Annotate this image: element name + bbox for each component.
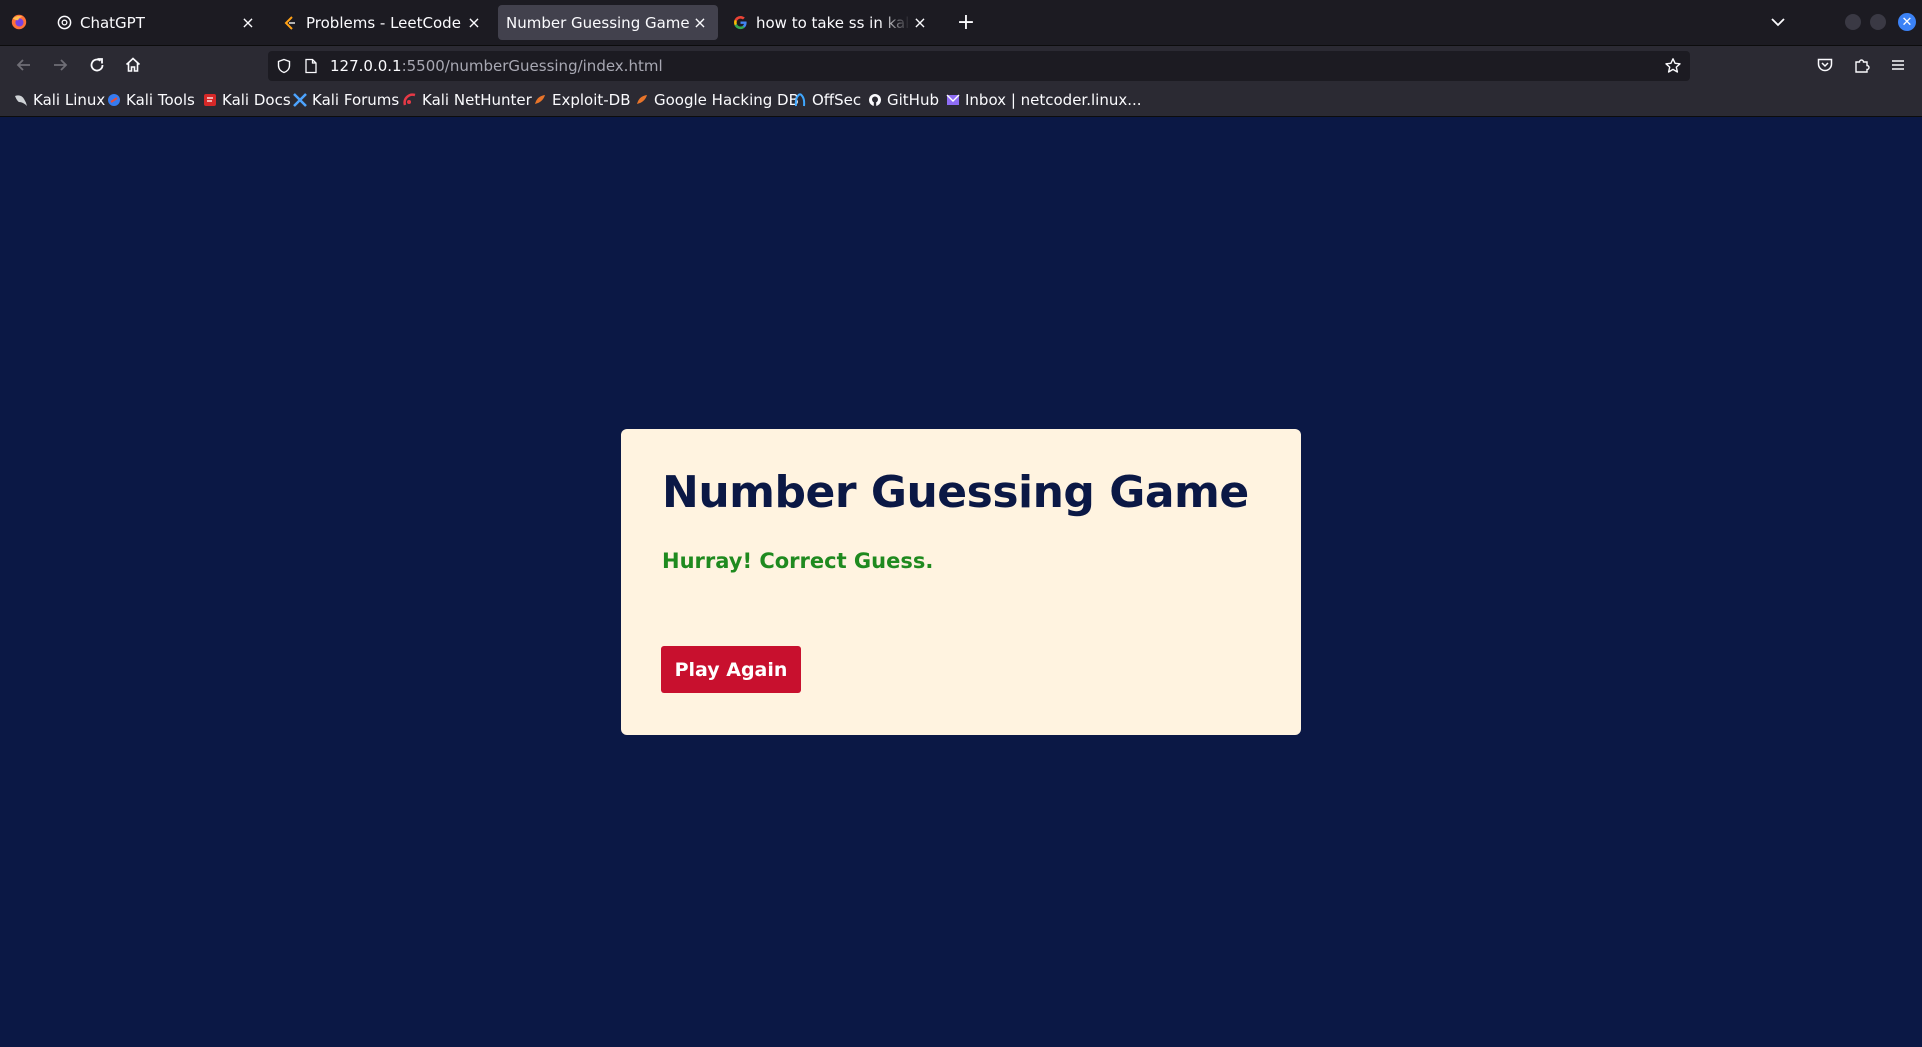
bookmark-label: Exploit-DB	[552, 91, 631, 109]
tab-google-search[interactable]: how to take ss in kali linux ×	[724, 5, 938, 40]
bookmark-kali-nethunter[interactable]: Kali NetHunter	[403, 90, 532, 110]
game-card: Number Guessing Game Hurray! Correct Gue…	[621, 429, 1301, 735]
bookmark-exploit-db[interactable]: Exploit-DB	[533, 90, 631, 110]
tracking-protection-shield-icon[interactable]	[276, 58, 292, 74]
bookmark-label: Kali Forums	[312, 91, 400, 109]
url-path: :5500/numberGuessing/index.html	[401, 57, 663, 75]
address-bar[interactable]: 127.0.0.1:5500/numberGuessing/index.html	[268, 51, 1690, 81]
github-icon	[869, 94, 881, 106]
maximize-window-button[interactable]	[1870, 14, 1886, 30]
tab-close-icon[interactable]: ×	[238, 13, 258, 33]
kali-docs-icon	[204, 94, 216, 106]
bookmark-kali-tools[interactable]: Kali Tools	[107, 90, 195, 110]
tab-close-icon[interactable]: ×	[690, 13, 710, 33]
bookmark-label: OffSec	[812, 91, 862, 109]
firefox-logo-icon[interactable]	[10, 13, 28, 31]
bookmark-github[interactable]: GitHub	[868, 90, 939, 110]
bookmark-label: Inbox | netcoder.linux...	[965, 91, 1142, 109]
page-info-icon[interactable]	[304, 58, 318, 74]
ghdb-icon	[637, 95, 647, 104]
bookmark-kali-linux[interactable]: Kali Linux	[14, 90, 105, 110]
home-icon[interactable]	[123, 55, 143, 75]
kali-forums-icon	[293, 93, 307, 107]
bookmark-label: Google Hacking DB	[654, 91, 799, 109]
pocket-icon[interactable]	[1815, 55, 1835, 75]
forward-arrow-icon[interactable]	[50, 55, 70, 75]
reload-icon[interactable]	[87, 55, 107, 75]
url-host: 127.0.0.1	[330, 57, 402, 75]
page-title: Number Guessing Game	[662, 467, 1249, 518]
page-viewport: Number Guessing Game Hurray! Correct Gue…	[0, 117, 1922, 1047]
bookmark-label: Kali Linux	[33, 91, 106, 109]
bookmark-inbox[interactable]: Inbox | netcoder.linux...	[946, 90, 1142, 110]
result-message: Hurray! Correct Guess.	[662, 549, 934, 573]
google-icon	[732, 15, 748, 31]
tab-strip: ChatGPT × Problems - LeetCode × Number G…	[0, 0, 1922, 46]
tab-chatgpt[interactable]: ChatGPT ×	[48, 5, 266, 40]
hamburger-menu-icon[interactable]	[1888, 55, 1908, 75]
tab-title: how to take ss in kali linux	[756, 13, 910, 32]
bookmark-label: GitHub	[887, 91, 939, 109]
bookmark-label: Kali NetHunter	[422, 91, 532, 109]
back-arrow-icon[interactable]	[14, 55, 34, 75]
play-again-button[interactable]: Play Again	[661, 646, 801, 693]
new-tab-button[interactable]: +	[955, 10, 977, 35]
tab-leetcode[interactable]: Problems - LeetCode ×	[274, 5, 492, 40]
offsec-icon	[794, 93, 806, 107]
nethunter-icon	[403, 93, 416, 106]
tab-close-icon[interactable]: ×	[464, 13, 484, 33]
minimize-window-button[interactable]	[1845, 14, 1861, 30]
tab-title: Problems - LeetCode	[306, 13, 461, 32]
exploit-db-icon	[535, 95, 545, 104]
bookmark-google-hacking-db[interactable]: Google Hacking DB	[635, 90, 799, 110]
close-window-button[interactable]: ✕	[1898, 13, 1916, 31]
bookmark-kali-docs[interactable]: Kali Docs	[203, 90, 291, 110]
bookmark-star-icon[interactable]	[1664, 57, 1682, 75]
mail-icon	[946, 94, 960, 105]
bookmark-label: Kali Tools	[126, 91, 195, 109]
leetcode-icon	[282, 15, 298, 31]
tab-number-guessing-game[interactable]: Number Guessing Game ×	[498, 5, 718, 40]
chatgpt-icon	[56, 15, 72, 31]
bookmark-kali-forums[interactable]: Kali Forums	[293, 90, 399, 110]
bookmark-offsec[interactable]: OffSec	[793, 90, 861, 110]
kali-dragon-icon	[15, 95, 27, 106]
kali-tools-icon	[108, 94, 120, 106]
tab-title: Number Guessing Game	[506, 13, 690, 32]
list-all-tabs-chevron-icon[interactable]	[1768, 12, 1788, 32]
tab-close-icon[interactable]: ×	[910, 13, 930, 33]
url-text[interactable]: 127.0.0.1:5500/numberGuessing/index.html	[330, 57, 663, 75]
extensions-puzzle-icon[interactable]	[1852, 55, 1872, 75]
tab-title: ChatGPT	[80, 13, 145, 32]
bookmarks-toolbar: Kali Linux Kali Tools Kali Docs Kali For…	[0, 84, 1922, 117]
navigation-toolbar: 127.0.0.1:5500/numberGuessing/index.html	[0, 46, 1922, 84]
bookmark-label: Kali Docs	[222, 91, 291, 109]
